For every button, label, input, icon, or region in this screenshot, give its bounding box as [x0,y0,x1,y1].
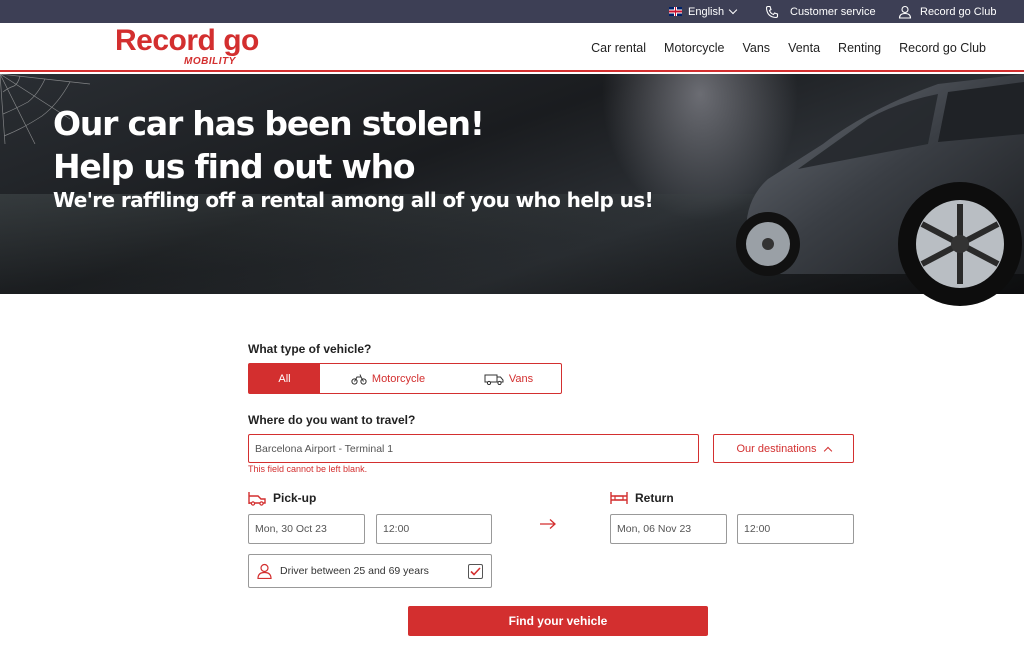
destination-error: This field cannot be left blank. [248,464,368,474]
checkmark-icon [470,567,481,576]
vehicle-type-vans[interactable]: Vans [456,364,561,393]
hero-subtitle: We're raffling off a rental among all of… [53,188,654,212]
car-pickup-icon [248,492,266,506]
pickup-time-value: 12:00 [383,523,410,535]
logo-text: Record go [115,24,259,57]
chevron-down-icon [728,5,738,15]
nav-venta[interactable]: Venta [788,41,820,55]
driver-icon [257,563,272,579]
vehicle-type-selector: All Motorcycle Vans [248,363,562,394]
van-icon [484,374,504,385]
find-vehicle-button[interactable]: Find your vehicle [408,606,708,636]
language-label: English [688,5,725,18]
motorcycle-icon [351,373,367,385]
pickup-date-input[interactable]: Mon, 30 Oct 23 [248,514,365,544]
pickup-date-value: Mon, 30 Oct 23 [255,523,327,535]
pickup-time-input[interactable]: 12:00 [376,514,492,544]
destination-value: Barcelona Airport - Terminal 1 [255,442,394,455]
car-return-icon [610,492,628,504]
destination-input[interactable]: Barcelona Airport - Terminal 1 [248,434,699,463]
our-destinations-label: Our destinations [736,442,817,455]
vehicle-type-all[interactable]: All [249,364,320,393]
chevron-up-icon [823,446,832,455]
customer-service-link[interactable]: Customer service [765,0,876,23]
return-time-input[interactable]: 12:00 [737,514,854,544]
return-date-value: Mon, 06 Nov 23 [617,523,692,535]
nav-vans[interactable]: Vans [742,41,770,55]
return-label: Return [635,491,674,505]
vehicle-type-vans-label: Vans [508,372,534,385]
driver-age-label: Driver between 25 and 69 years [280,565,429,577]
user-icon [898,5,912,19]
vehicle-type-all-label: All [278,372,291,385]
pickup-heading: Pick-up [248,490,316,506]
hero-title: Our car has been stolen! Help us find ou… [53,102,485,188]
nav-record-go-club[interactable]: Record go Club [899,41,986,55]
nav-car-rental[interactable]: Car rental [591,41,646,55]
club-link[interactable]: Record go Club [898,0,996,23]
nav-motorcycle[interactable]: Motorcycle [664,41,724,55]
arrow-right-icon [540,519,556,529]
travel-label: Where do you want to travel? [248,413,416,427]
club-label: Record go Club [920,5,997,18]
pickup-label: Pick-up [273,491,317,505]
driver-age-field[interactable]: Driver between 25 and 69 years [248,554,492,588]
language-selector[interactable]: English [669,0,738,23]
customer-service-label: Customer service [790,5,876,18]
driver-age-checkbox[interactable] [468,564,483,579]
uk-flag-icon [669,7,682,16]
return-date-input[interactable]: Mon, 06 Nov 23 [610,514,727,544]
site-header: Record go MOBILITY Car rental Motorcycle… [0,23,1024,72]
top-bar: English Customer service Record go Club [0,0,1024,23]
main-nav: Car rental Motorcycle Vans Venta Renting… [591,23,986,72]
phone-icon [765,5,779,18]
hero-title-line1: Our car has been stolen! [53,104,485,143]
hero-title-line2: Help us find out who [53,147,416,186]
vehicle-type-motorcycle-label: Motorcycle [371,372,426,385]
vehicle-type-motorcycle[interactable]: Motorcycle [320,364,456,393]
logo-subtext: MOBILITY [184,56,236,67]
vehicle-type-label: What type of vehicle? [248,342,372,356]
logo[interactable]: Record go MOBILITY [115,24,259,68]
our-destinations-button[interactable]: Our destinations [713,434,854,463]
car-image [736,74,1024,306]
nav-renting[interactable]: Renting [838,41,881,55]
return-heading: Return [610,490,674,506]
return-time-value: 12:00 [744,523,771,535]
